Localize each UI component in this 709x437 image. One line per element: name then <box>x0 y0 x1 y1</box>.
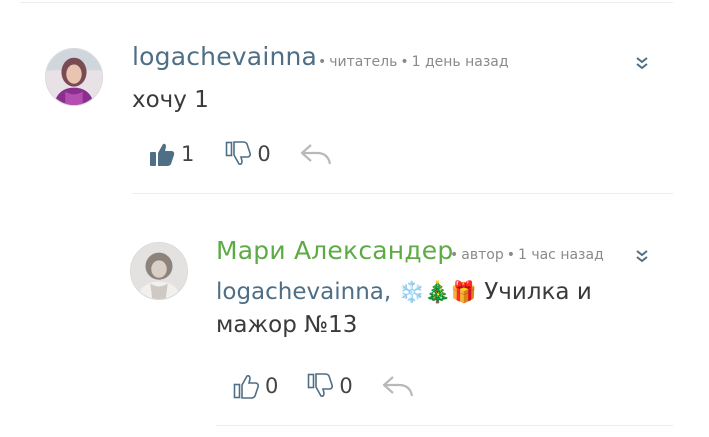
reply-button[interactable] <box>381 373 415 399</box>
dislike-count: 0 <box>257 142 271 166</box>
thumbs-down-icon <box>306 372 334 400</box>
comment-actions: 1 0 <box>148 140 333 168</box>
comment-time[interactable]: 1 час назад <box>518 247 604 263</box>
thumbs-down-icon <box>224 140 252 168</box>
meta-separator: • <box>450 247 459 263</box>
thumbs-up-icon <box>232 372 260 400</box>
avatar-photo <box>131 243 187 299</box>
avatar-photo <box>46 49 102 105</box>
comment-separator <box>216 425 673 426</box>
dislike-count: 0 <box>339 374 353 398</box>
meta-separator: • <box>400 54 409 70</box>
meta-separator: • <box>318 54 327 70</box>
like-count: 1 <box>181 142 195 166</box>
avatar[interactable] <box>45 48 103 106</box>
meta-separator: • <box>506 247 515 263</box>
comment-text: хочу 1 <box>132 87 209 113</box>
text-line-1: Училка и <box>484 279 592 305</box>
reply-arrow-icon <box>381 373 415 399</box>
reply-arrow-icon <box>299 141 333 167</box>
comment-text: logachevainna, ❄️🎄🎁 Училка и мажор №13 <box>216 276 656 342</box>
double-chevron-down-icon[interactable] <box>634 248 650 263</box>
thumbs-up-icon <box>148 140 176 168</box>
dislike-button[interactable]: 0 <box>224 140 271 168</box>
top-separator <box>20 2 673 3</box>
text-line-2: мажор №13 <box>216 312 358 338</box>
avatar[interactable] <box>130 242 188 300</box>
comment-time[interactable]: 1 день назад <box>412 54 509 70</box>
comment-author[interactable]: Мари Александер <box>216 236 453 265</box>
comment-meta: • автор • 1 час назад <box>447 247 604 263</box>
emoji-group: ❄️🎄🎁 <box>398 280 477 304</box>
mention-link[interactable]: logachevainna, <box>216 279 391 305</box>
comment-meta: • читатель • 1 день назад <box>315 54 509 70</box>
comment-author[interactable]: logachevainna <box>132 42 317 71</box>
like-count: 0 <box>265 374 279 398</box>
double-chevron-down-icon[interactable] <box>634 55 650 70</box>
dislike-button[interactable]: 0 <box>306 372 353 400</box>
author-role: автор <box>461 247 504 263</box>
comment-separator <box>132 193 673 194</box>
comment-actions: 0 0 <box>232 372 415 400</box>
like-button[interactable]: 0 <box>232 372 278 400</box>
like-button[interactable]: 1 <box>148 140 194 168</box>
author-role: читатель <box>329 54 398 70</box>
reply-button[interactable] <box>299 141 333 167</box>
